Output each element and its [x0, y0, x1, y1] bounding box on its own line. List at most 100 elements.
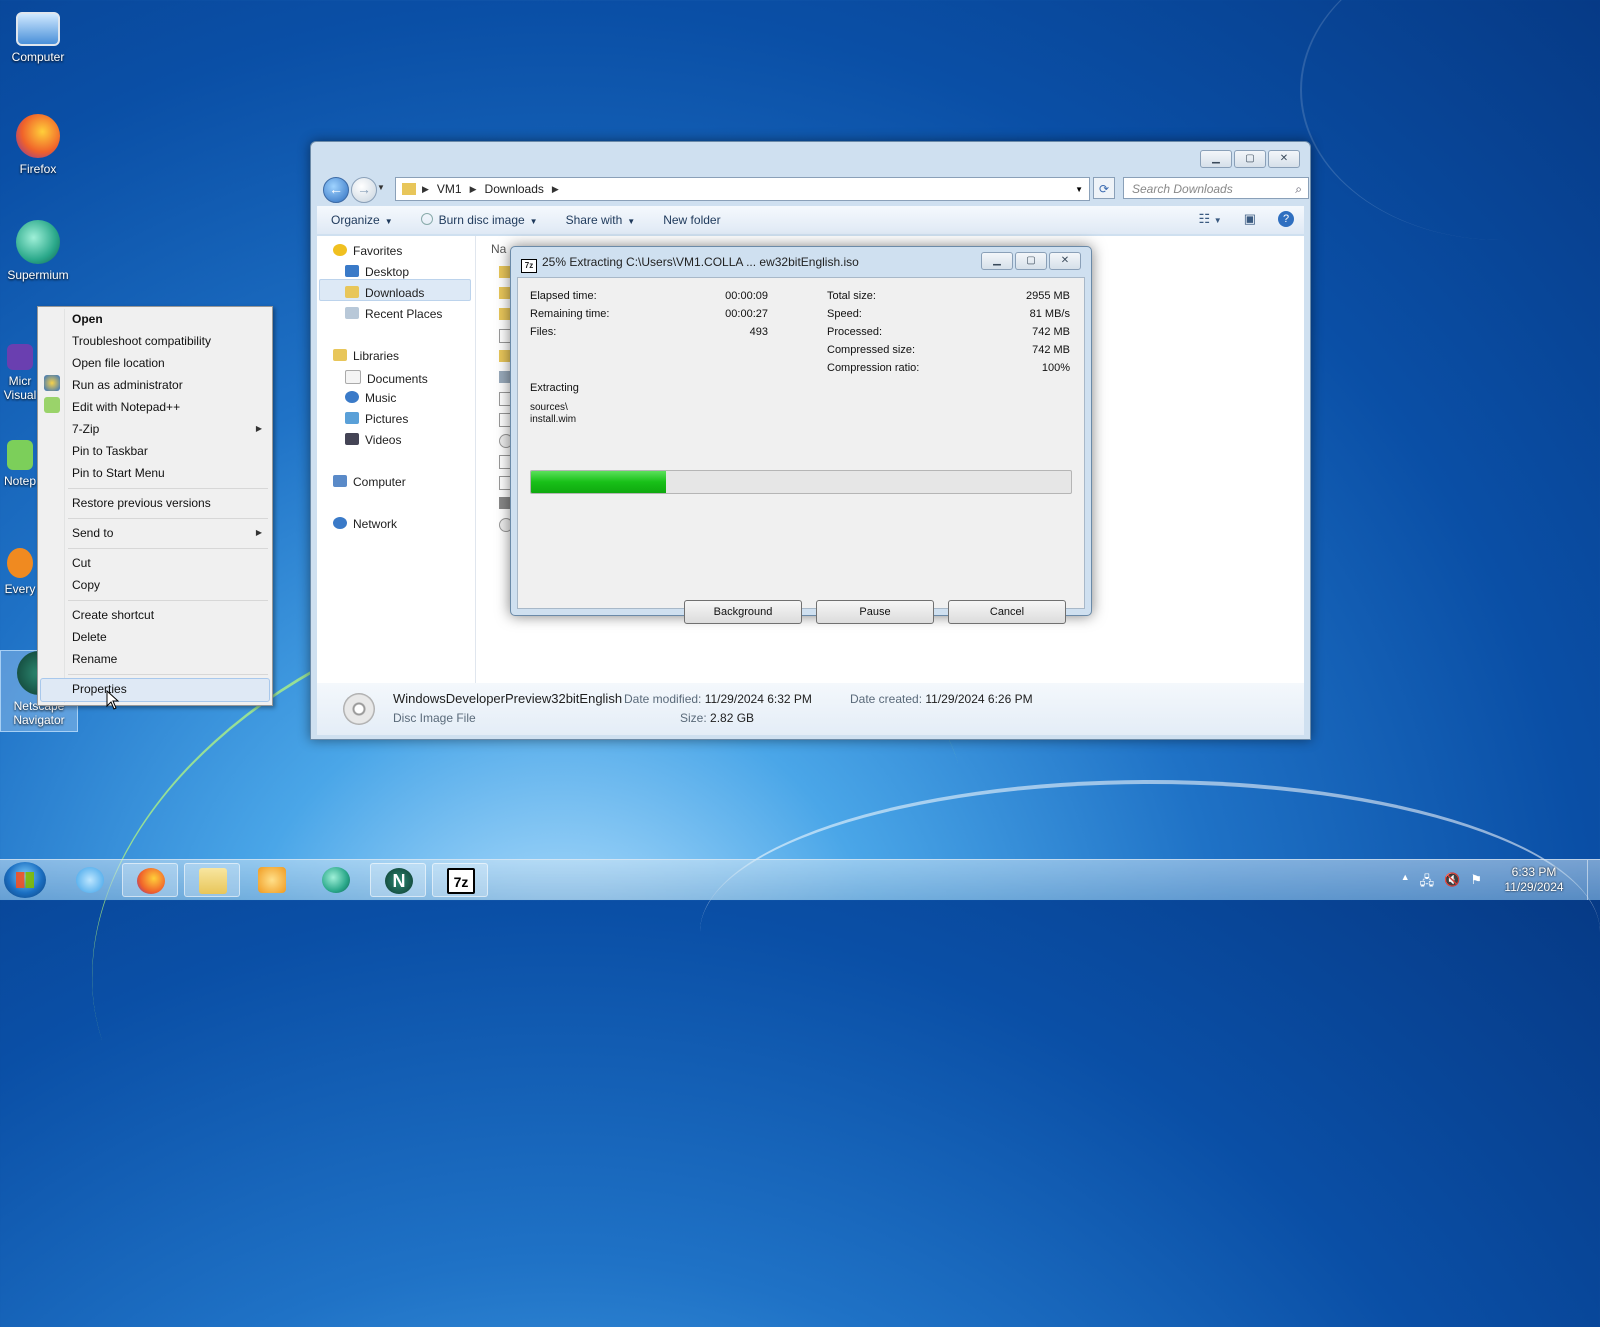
- current-file: install.wim: [530, 414, 577, 425]
- clock[interactable]: 6:33 PM 11/29/2024: [1494, 865, 1574, 895]
- close-button[interactable]: ✕: [1268, 150, 1300, 168]
- notepad-icon: [7, 440, 33, 470]
- back-button[interactable]: ←: [323, 177, 349, 203]
- desktop-icon-visual[interactable]: Micr Visual: [0, 344, 40, 402]
- menu-item-send-to[interactable]: Send to: [72, 526, 113, 540]
- desktop-icon-computer[interactable]: Computer: [0, 8, 76, 64]
- dialog-title[interactable]: 7z 25% Extracting C:\Users\VM1.COLLA ... …: [521, 255, 859, 273]
- refresh-button[interactable]: ⟳: [1093, 177, 1115, 199]
- desktop-icon-supermium[interactable]: Supermium: [0, 220, 76, 282]
- minimize-button[interactable]: ▁: [1200, 150, 1232, 168]
- disc-icon: [420, 213, 433, 225]
- menu-item-copy[interactable]: Copy: [72, 578, 100, 592]
- menu-separator: [68, 600, 268, 601]
- network-icon: [333, 517, 347, 529]
- extract-progress-bar: [530, 470, 1072, 494]
- nav-documents[interactable]: Documents: [345, 370, 428, 386]
- burn-disc-image-button[interactable]: Burn disc image ▼: [407, 213, 552, 227]
- menu-item-restore-previous-versions[interactable]: Restore previous versions: [72, 496, 211, 510]
- address-dropdown-icon[interactable]: ▼: [1075, 185, 1083, 194]
- search-input[interactable]: Search Downloads ⌕: [1123, 177, 1309, 199]
- elapsed-time-label: Elapsed time:: [530, 290, 597, 302]
- breadcrumb-vm1[interactable]: VM1: [431, 182, 468, 196]
- background-button[interactable]: Background: [684, 600, 802, 624]
- menu-item-pin-to-taskbar[interactable]: Pin to Taskbar: [72, 444, 148, 458]
- nav-favorites[interactable]: Favorites: [333, 244, 402, 258]
- menu-item-7zip[interactable]: 7-Zip: [72, 422, 99, 436]
- show-hidden-icons-icon[interactable]: ▲: [1401, 872, 1410, 894]
- desktop-icon-everything[interactable]: Every: [0, 548, 40, 596]
- taskbar-firefox[interactable]: [122, 863, 178, 897]
- nav-libraries[interactable]: Libraries: [333, 349, 399, 363]
- nav-computer[interactable]: Computer: [333, 475, 406, 489]
- nav-recent-places[interactable]: Recent Places: [345, 307, 442, 321]
- maximize-button[interactable]: ▢: [1234, 150, 1266, 168]
- supermium-icon: [322, 867, 350, 893]
- taskbar-internet-explorer[interactable]: [62, 863, 118, 897]
- menu-item-open-file-location[interactable]: Open file location: [72, 356, 165, 370]
- desktop-icon-notepad[interactable]: Notep: [0, 440, 40, 488]
- taskbar-media-player[interactable]: [244, 863, 300, 897]
- menu-item-pin-to-start-menu[interactable]: Pin to Start Menu: [72, 466, 165, 480]
- minimize-button[interactable]: ▁: [981, 252, 1013, 270]
- close-button[interactable]: ✕: [1049, 252, 1081, 270]
- help-icon[interactable]: ?: [1278, 211, 1294, 227]
- desktop-icon-label: Notep: [3, 474, 37, 488]
- recent-pages-dropdown[interactable]: ▼: [377, 183, 385, 192]
- menu-item-edit-with-notepadpp[interactable]: Edit with Notepad++: [72, 400, 180, 414]
- compression-ratio-value: 100%: [1041, 362, 1070, 374]
- menu-item-cut[interactable]: Cut: [72, 556, 91, 570]
- new-folder-button[interactable]: New folder: [649, 213, 734, 227]
- desktop-icon-label: Supermium: [7, 268, 69, 282]
- address-bar[interactable]: ▶ VM1 ▶ Downloads ▶ ▼: [395, 177, 1090, 201]
- menu-item-delete[interactable]: Delete: [72, 630, 107, 644]
- compression-ratio-label: Compression ratio:: [827, 362, 920, 374]
- share-with-button[interactable]: Share with ▼: [552, 213, 650, 227]
- action-center-flag-icon[interactable]: ⚑: [1470, 872, 1482, 894]
- chevron-right-icon: ▶: [469, 183, 477, 194]
- menu-item-troubleshoot-compatibility[interactable]: Troubleshoot compatibility: [72, 334, 211, 348]
- preview-pane-icon[interactable]: ▣: [1244, 211, 1256, 227]
- forward-button[interactable]: →: [351, 177, 377, 203]
- burn-label: Burn disc image: [438, 213, 525, 227]
- taskbar-netscape[interactable]: N: [370, 863, 426, 897]
- taskbar-supermium[interactable]: [308, 863, 364, 897]
- menu-item-open[interactable]: Open: [72, 312, 103, 326]
- date-modified-value: 11/29/2024 6:32 PM: [704, 692, 812, 706]
- context-menu: Open Troubleshoot compatibility Open fil…: [37, 306, 273, 706]
- taskbar-7zip[interactable]: 7z: [432, 863, 488, 897]
- total-size-label: Total size:: [827, 290, 876, 302]
- breadcrumb-downloads[interactable]: Downloads: [479, 182, 550, 196]
- taskbar: N 7z ▲ 🖧 🔇 ⚑ 6:33 PM 11/29/2024: [0, 859, 1600, 900]
- organize-button[interactable]: Organize ▼: [317, 213, 407, 227]
- size-label: Size:: [680, 711, 707, 725]
- start-button[interactable]: [4, 862, 46, 898]
- nav-network[interactable]: Network: [333, 517, 397, 531]
- nav-downloads[interactable]: Downloads: [345, 286, 424, 300]
- menu-item-run-as-administrator[interactable]: Run as administrator: [72, 378, 183, 392]
- date-created-value: 11/29/2024 6:26 PM: [925, 692, 1033, 706]
- chevron-right-icon: ▶: [422, 183, 429, 194]
- pause-button[interactable]: Pause: [816, 600, 934, 624]
- nav-music[interactable]: Music: [345, 391, 396, 405]
- chevron-down-icon: ▼: [529, 217, 538, 226]
- nav-pictures[interactable]: Pictures: [345, 412, 408, 426]
- network-status-icon[interactable]: 🖧: [1420, 872, 1435, 894]
- cancel-button[interactable]: Cancel: [948, 600, 1066, 624]
- view-options-icon[interactable]: ☷ ▼: [1199, 211, 1222, 227]
- remaining-time-label: Remaining time:: [530, 308, 610, 320]
- taskbar-file-explorer[interactable]: [184, 863, 240, 897]
- nav-desktop[interactable]: Desktop: [345, 265, 409, 279]
- nav-videos[interactable]: Videos: [345, 433, 401, 447]
- menu-item-create-shortcut[interactable]: Create shortcut: [72, 608, 154, 622]
- address-row: ← → ▼ ▶ VM1 ▶ Downloads ▶ ▼ ⟳ Search Dow…: [317, 175, 1309, 203]
- menu-item-rename[interactable]: Rename: [72, 652, 117, 666]
- column-header-name[interactable]: Na: [491, 242, 506, 256]
- details-file-type: Disc Image File: [393, 711, 476, 725]
- compressed-size-value: 742 MB: [1032, 344, 1070, 356]
- desktop-icon-label: Micr Visual: [3, 374, 37, 402]
- volume-muted-icon[interactable]: 🔇: [1444, 872, 1460, 894]
- maximize-button[interactable]: ▢: [1015, 252, 1047, 270]
- show-desktop-button[interactable]: [1587, 860, 1600, 900]
- desktop-icon-firefox[interactable]: Firefox: [0, 114, 76, 176]
